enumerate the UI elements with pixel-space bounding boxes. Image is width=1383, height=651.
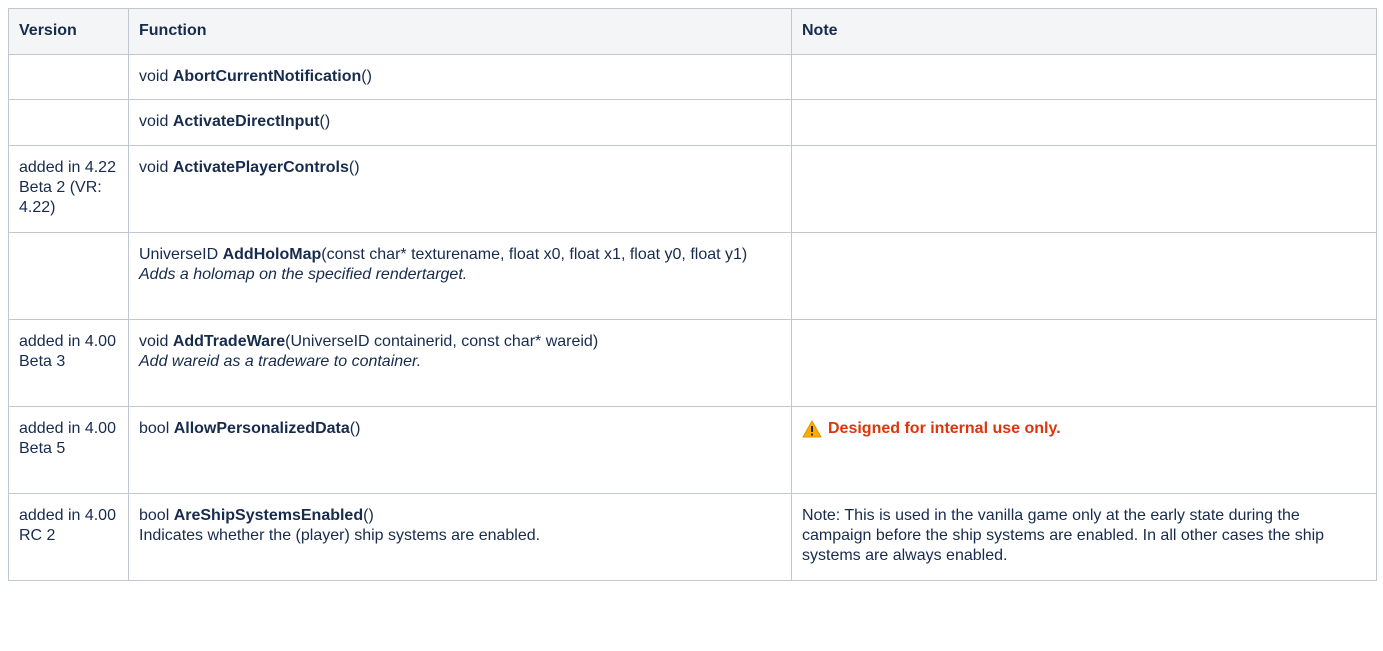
column-header-version: Version (8, 8, 129, 55)
function-cell: bool AllowPersonalizedData() (128, 406, 792, 494)
note-cell (791, 54, 1377, 100)
function-cell: UniverseID AddHoloMap(const char* textur… (128, 232, 792, 320)
version-cell (8, 232, 129, 320)
version-cell: added in 4.22 Beta 2 (VR: 4.22) (8, 145, 129, 233)
note-cell (791, 319, 1377, 407)
table-row: UniverseID AddHoloMap(const char* textur… (8, 232, 1377, 320)
return-type: void (139, 159, 169, 176)
version-cell: added in 4.00 RC 2 (8, 493, 129, 581)
function-cell: void AddTradeWare(UniverseID containerid… (128, 319, 792, 407)
note-text: Note: This is used in the vanilla game o… (802, 507, 1325, 564)
warning-text: Designed for internal use only. (828, 420, 1061, 437)
table-header-row: Version Function Note (8, 8, 1377, 55)
return-type: UniverseID (139, 246, 219, 263)
function-name: AddTradeWare (172, 333, 286, 350)
function-params: () (348, 159, 360, 176)
function-params: (UniverseID containerid, const char* war… (285, 333, 599, 350)
function-name: AllowPersonalizedData (173, 420, 350, 437)
function-params: (const char* texturename, float x0, floa… (321, 246, 748, 263)
table-row: added in 4.00 RC 2 bool AreShipSystemsEn… (8, 493, 1377, 581)
version-text: added in 4.22 Beta 2 (VR: 4.22) (19, 159, 116, 216)
function-params: () (361, 68, 372, 85)
table-row: void ActivateDirectInput() (8, 99, 1377, 146)
note-cell (791, 99, 1377, 146)
version-text: added in 4.00 Beta 3 (19, 333, 116, 370)
version-cell: added in 4.00 Beta 3 (8, 319, 129, 407)
return-type: void (139, 68, 169, 85)
return-type: bool (139, 420, 170, 437)
function-name: ActivatePlayerControls (172, 159, 349, 176)
version-text: added in 4.00 Beta 5 (19, 420, 116, 457)
table-row: added in 4.00 Beta 3 void AddTradeWare(U… (8, 319, 1377, 407)
warning-note: Designed for internal use only. (802, 419, 1061, 439)
function-description: Adds a holomap on the specified renderta… (139, 266, 468, 283)
function-cell: void AbortCurrentNotification() (128, 54, 792, 100)
function-name: ActivateDirectInput (172, 113, 320, 130)
function-description: Indicates whether the (player) ship syst… (139, 527, 541, 544)
function-params: () (319, 113, 331, 130)
table-row: added in 4.00 Beta 5 bool AllowPersonali… (8, 406, 1377, 494)
version-cell: added in 4.00 Beta 5 (8, 406, 129, 494)
warning-icon (802, 420, 822, 438)
note-cell: Note: This is used in the vanilla game o… (791, 493, 1377, 581)
return-type: bool (139, 507, 170, 524)
function-description: Add wareid as a tradeware to container. (139, 353, 422, 370)
note-cell (791, 145, 1377, 233)
table-row: void AbortCurrentNotification() (8, 54, 1377, 100)
function-name: AbortCurrentNotification (172, 68, 362, 85)
function-params: () (363, 507, 374, 524)
return-type: void (139, 333, 169, 350)
function-params: () (349, 420, 361, 437)
column-header-note: Note (791, 8, 1377, 55)
note-cell: Designed for internal use only. (791, 406, 1377, 494)
function-cell: void ActivatePlayerControls() (128, 145, 792, 233)
api-function-table: Version Function Note void AbortCurrentN… (8, 8, 1377, 581)
function-name: AreShipSystemsEnabled (173, 507, 364, 524)
version-cell (8, 99, 129, 146)
table-row: added in 4.22 Beta 2 (VR: 4.22) void Act… (8, 145, 1377, 233)
function-cell: void ActivateDirectInput() (128, 99, 792, 146)
function-name: AddHoloMap (222, 246, 322, 263)
version-cell (8, 54, 129, 100)
return-type: void (139, 113, 169, 130)
column-header-function: Function (128, 8, 792, 55)
version-text: added in 4.00 RC 2 (19, 507, 116, 544)
note-cell (791, 232, 1377, 320)
function-cell: bool AreShipSystemsEnabled() Indicates w… (128, 493, 792, 581)
